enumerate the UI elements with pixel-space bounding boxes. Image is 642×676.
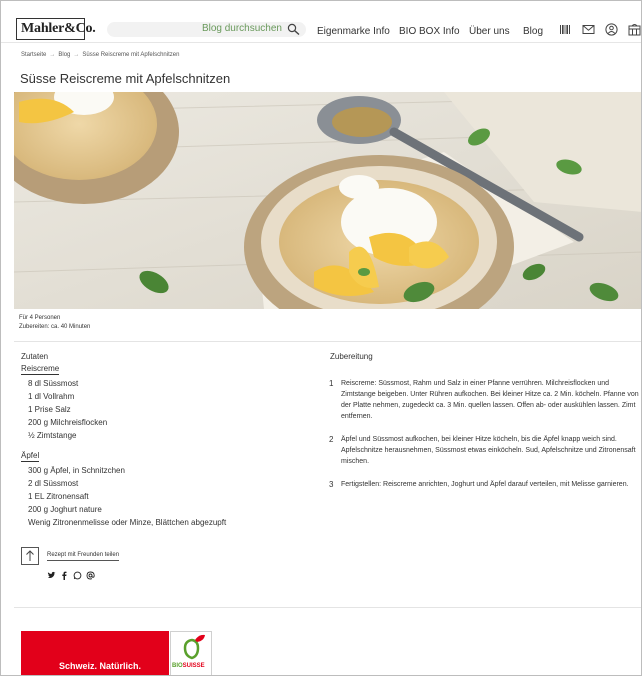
- barcode-icon[interactable]: [559, 23, 572, 36]
- page-title: Süsse Reiscreme mit Apfelschnitzen: [20, 71, 231, 86]
- preparation-step: 3 Fertigstellen: Reiscreme anrichten, Jo…: [329, 479, 641, 490]
- cart-box-icon[interactable]: [628, 23, 641, 36]
- page-frame: Mahler&Co. Blog durchsuchen Eigenmarke I…: [0, 0, 642, 676]
- share-arrow-up-icon: [26, 550, 34, 561]
- bio-suisse-wordmark: BIOSUISSE: [172, 663, 205, 669]
- ingredient-item: 1 dl Vollrahm: [28, 392, 75, 401]
- email-at-icon[interactable]: [86, 571, 95, 580]
- mail-icon[interactable]: [582, 23, 595, 36]
- ingredient-item: 200 g Milchreisflocken: [28, 418, 108, 427]
- preparation-heading: Zubereitung: [330, 352, 373, 361]
- breadcrumb-separator-icon: →: [73, 52, 80, 58]
- twitter-icon[interactable]: [47, 571, 56, 580]
- meta-divider: [14, 341, 641, 342]
- nav-blog[interactable]: Blog: [523, 26, 543, 37]
- ingredient-item: ½ Zimtstange: [28, 431, 77, 440]
- prep-time-text: Zubereiten: ca. 40 Minuten: [19, 324, 91, 330]
- nav-eigenmarke[interactable]: Eigenmarke Info: [317, 26, 390, 37]
- breadcrumb-separator-icon: →: [49, 52, 56, 58]
- ingredients-heading: Zutaten: [21, 352, 49, 361]
- site-logo[interactable]: Mahler&Co.: [16, 18, 96, 40]
- bio-suisse-logo: [170, 631, 212, 675]
- ingredient-item: 2 dl Süssmost: [28, 479, 79, 488]
- ingredient-item: 8 dl Süssmost: [28, 379, 79, 388]
- ingredient-item: 1 EL Zitronensaft: [28, 492, 89, 501]
- nav-ueber-uns[interactable]: Über uns: [469, 26, 510, 37]
- ingredient-item: 300 g Äpfel, in Schnitzchen: [28, 466, 125, 475]
- user-account-icon[interactable]: [605, 23, 618, 36]
- ingredient-item: 200 g Joghurt nature: [28, 505, 102, 514]
- facebook-icon[interactable]: [60, 571, 69, 580]
- breadcrumb-home[interactable]: Startseite: [21, 52, 46, 58]
- ingredient-item: Wenig Zitronenmelisse oder Minze, Blättc…: [28, 518, 227, 527]
- ingredient-group-reiscreme: Reiscreme: [21, 364, 60, 375]
- bio-suisse-bud-icon: [183, 634, 205, 660]
- breadcrumb-current: Süsse Reiscreme mit Apfelschnitzen: [82, 52, 180, 58]
- share-recipe-link[interactable]: Rezept mit Freunden teilen: [47, 552, 120, 561]
- step-text: Fertigstellen: Reiscreme anrichten, Jogh…: [341, 481, 629, 488]
- share-button[interactable]: [21, 547, 39, 565]
- search-placeholder: Blog durchsuchen: [201, 23, 282, 34]
- breadcrumb: Startseite → Blog → Süsse Reiscreme mit Apfe…: [21, 52, 179, 58]
- ingredient-item: 1 Prise Salz: [28, 405, 71, 414]
- step-text: Äpfel und Süssmost aufkochen, bei kleine…: [341, 436, 636, 465]
- nav-biobox[interactable]: BIO BOX Info: [399, 26, 460, 37]
- step-text: Reiscreme: Süssmost, Rahm und Salz in ei…: [341, 380, 639, 420]
- step-number: 3: [329, 480, 334, 489]
- step-number: 2: [329, 435, 334, 444]
- bio-suisse-suisse: SUISSE: [182, 663, 205, 669]
- search-icon[interactable]: [287, 23, 300, 36]
- footer-divider: [14, 607, 641, 608]
- recipe-photo-illustration: [14, 92, 641, 309]
- preparation-step: 1 Reiscreme: Süssmost, Rahm und Salz in …: [329, 378, 641, 422]
- servings-text: Für 4 Personen: [19, 315, 61, 321]
- bio-suisse-bio: BIO: [172, 663, 183, 669]
- site-header: Mahler&Co. Blog durchsuchen Eigenmarke I…: [1, 1, 641, 43]
- breadcrumb-blog[interactable]: Blog: [58, 52, 70, 58]
- whatsapp-icon[interactable]: [73, 571, 82, 580]
- ingredient-group-aepfel: Äpfel: [21, 451, 40, 462]
- banner-text: Schweiz. Natürlich.: [59, 661, 142, 671]
- step-number: 1: [329, 379, 334, 388]
- recipe-hero-image: [14, 92, 641, 309]
- preparation-step: 2 Äpfel und Süssmost aufkochen, bei klei…: [329, 434, 641, 467]
- blog-search-input[interactable]: Blog durchsuchen: [107, 22, 306, 37]
